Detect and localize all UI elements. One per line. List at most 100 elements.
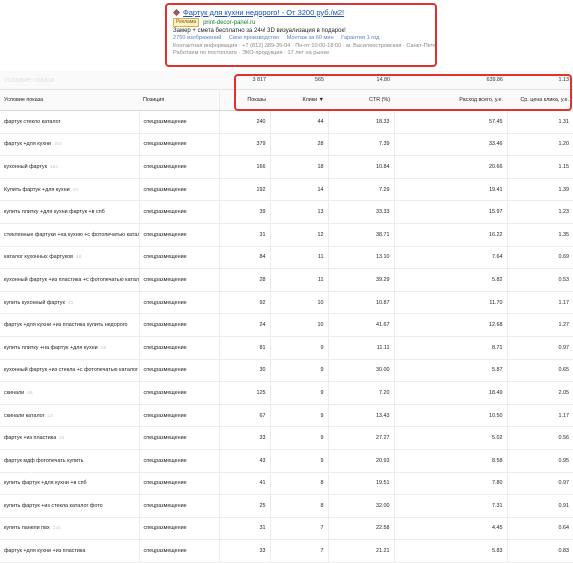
query-count: 164 [49,164,58,170]
query-count: 43 [67,300,74,306]
clicks-cell: 14 [269,178,328,202]
ctr-cell: 41.67 [327,313,394,337]
impressions-cell: 92 [218,291,270,315]
query-cell: кухонный фартук +из стекла +с фотопечать… [0,359,139,383]
column-header-impressions[interactable]: Показы [218,89,270,111]
totals-clicks: 565 [270,71,328,90]
position-cell: спецразмещение [138,291,219,315]
ad-description: Замер + смета бесплатно за 24ч! 3D визуа… [173,28,346,34]
column-header-query[interactable]: Условие показа [0,89,139,111]
column-header-clicks[interactable]: Клики ▼ [270,89,328,111]
spend-cell: 11.70 [393,291,507,315]
impressions-cell: 33 [218,426,270,450]
table-row: купить фартук +из стекла каталог фото спе… [0,494,573,518]
clicks-cell: 44 [269,110,328,134]
query-text[interactable]: стеклянные фартуки +на кухню +с фотопеча… [4,232,139,238]
ad-title-link[interactable]: Фартук для кухни недорого! - От 3200 руб… [183,8,344,18]
column-header-ctr[interactable]: CTR (%) [328,89,394,111]
ad-meta-row: Реклама print-decor-panel.ru [173,18,429,27]
cpc-cell: 0.83 [506,539,573,563]
ad-sitelink[interactable]: 2750 изображений [173,35,221,41]
position-cell: спецразмещение [138,449,219,473]
query-text[interactable]: фартук +из пластика [4,435,56,441]
query-text[interactable]: кухонный фартук [4,164,47,170]
position-cell: спецразмещение [138,404,219,428]
table-row: стеклянные фартуки +на кухню +с фотопеча… [0,223,573,247]
clicks-cell: 7 [269,517,328,541]
impressions-cell: 67 [218,404,270,428]
table-row: кухонный фартук 164 спецразмещение 166 18 10.… [0,155,573,179]
query-count: 43 [72,187,78,193]
query-count: 144 [52,526,61,532]
query-text[interactable]: фартук +для кухни +из пластика [4,548,85,554]
stats-table-container: Условие показа 3 817 565 14.80 639.86 1.… [0,71,573,563]
query-text[interactable]: фартук +для кухни [4,141,51,147]
cpc-cell: 1.23 [506,200,573,224]
query-text[interactable]: фартук стекло каталог [4,119,61,125]
query-text[interactable]: скинали каталог [4,413,45,419]
spend-cell: 57.45 [393,110,507,134]
ctr-cell: 10.84 [327,155,394,179]
query-cell: скинали 88 [0,381,139,405]
spend-cell: 20.66 [393,155,507,179]
query-text[interactable]: Купить фартук +для кухни [4,187,70,193]
query-cell: фартук +для кухни +из пластика купить не… [0,313,139,337]
impressions-cell: 379 [218,133,270,157]
ctr-cell: 20.93 [327,449,394,473]
column-header-spend[interactable]: Расход всего, у.е. [394,89,507,111]
clicks-cell: 8 [269,494,328,518]
ctr-cell: 19.51 [327,472,394,496]
cpc-cell: 0.56 [506,426,573,450]
ctr-cell: 11.11 [327,336,394,360]
ctr-cell: 33.33 [327,200,394,224]
ad-sitelink[interactable]: Гарантия 1 год [341,35,379,41]
ad-sitelink[interactable]: Свое производство [229,35,279,41]
spend-cell: 5.82 [393,268,507,292]
table-row: фартук +для кухни +из пластика спецразмещ… [0,539,573,563]
table-row: купить плитку +для кухни фартук +в спб сп… [0,200,573,224]
totals-label: Условие показа [0,71,139,90]
column-header-cpc[interactable]: Ср. цена клика, у.е. [507,89,573,111]
ctr-cell: 38.71 [327,223,394,247]
ctr-cell: 39.29 [327,268,394,292]
query-text[interactable]: кухонный фартук +из пластика +с фотопеча… [4,277,139,283]
clicks-cell: 9 [269,359,328,383]
ctr-cell: 27.27 [327,426,394,450]
clicks-cell: 12 [269,223,328,247]
ctr-cell: 7.29 [327,178,394,202]
query-text[interactable]: купить плитку +для кухни фартук +в спб [4,209,105,215]
table-row: купить кухонный фартук 43 спецразмещение 92… [0,291,573,315]
query-text[interactable]: купить панели пвх [4,525,50,531]
query-text[interactable]: скинали [4,390,24,396]
query-text[interactable]: купить кухонный фартук [4,300,65,306]
query-text[interactable]: кухонный фартук +из стекла +с фотопечать… [4,367,138,373]
spend-cell: 12.68 [393,313,507,337]
table-row: кухонный фартук +из пластика +с фотопеча… [0,268,573,292]
impressions-cell: 33 [218,539,270,563]
query-text[interactable]: каталог кухонных фартуков [4,254,73,260]
clicks-cell: 7 [269,539,328,563]
cpc-cell: 1.20 [506,133,573,157]
ctr-cell: 21.21 [327,539,394,563]
totals-row: Условие показа 3 817 565 14.80 639.86 1.… [0,71,573,90]
clicks-cell: 10 [269,313,328,337]
position-cell: спецразмещение [138,381,219,405]
ad-sitelink[interactable]: Монтаж за 60 мин [287,35,334,41]
query-cell: Купить фартук +для кухни 43 [0,178,139,202]
totals-cpc: 1.13 [507,71,573,90]
position-cell: спецразмещение [138,246,219,270]
ad-domain-link[interactable]: print-decor-panel.ru [203,20,255,26]
ctr-cell: 32.00 [327,494,394,518]
ad-contact-info[interactable]: Контактная информация · +7 (812) 389-35-… [173,43,435,51]
table-header-row: Условие показа Позиция Показы Клики ▼ CT… [0,89,573,111]
column-header-position[interactable]: Позиция [139,89,219,111]
query-text[interactable]: купить плитку +на фартук +для кухни [4,345,98,351]
position-cell: спецразмещение [138,426,219,450]
query-text[interactable]: фартук +для кухни +из пластика купить не… [4,322,128,328]
table-row: фартук +для кухни +из пластика купить не… [0,313,573,337]
query-text[interactable]: фартук мдф фотопечать купить [4,458,83,464]
cpc-cell: 1.17 [506,404,573,428]
query-text[interactable]: купить фартук +для кухни +в спб [4,480,87,486]
position-cell: спецразмещение [138,178,219,202]
query-text[interactable]: купить фартук +из стекла каталог фото [4,503,103,509]
